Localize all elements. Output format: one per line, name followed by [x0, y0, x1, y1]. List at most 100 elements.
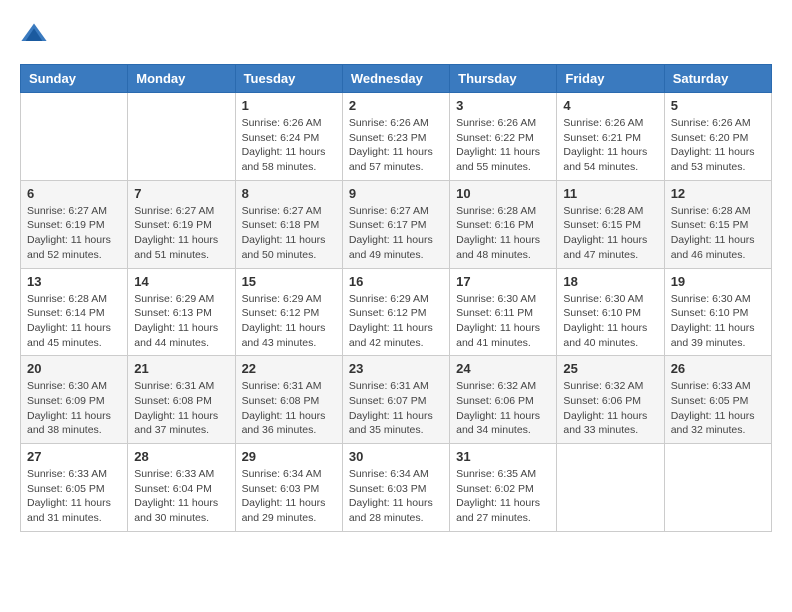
calendar-cell: 2 Sunrise: 6:26 AM Sunset: 6:23 PM Daylig…	[342, 93, 449, 181]
calendar-cell: 29 Sunrise: 6:34 AM Sunset: 6:03 PM Dayli…	[235, 444, 342, 532]
day-info: Sunrise: 6:29 AM Sunset: 6:13 PM Dayligh…	[134, 292, 228, 351]
day-info: Sunrise: 6:26 AM Sunset: 6:24 PM Dayligh…	[242, 116, 336, 175]
day-number: 1	[242, 98, 336, 113]
day-info: Sunrise: 6:30 AM Sunset: 6:10 PM Dayligh…	[563, 292, 657, 351]
calendar-cell: 22Sunrise: 6:31 AM Sunset: 6:08 PM Dayli…	[235, 356, 342, 444]
calendar: SundayMondayTuesdayWednesdayThursdayFrid…	[20, 64, 772, 532]
calendar-cell: 10 Sunrise: 6:28 AM Sunset: 6:16 PM Dayli…	[450, 180, 557, 268]
calendar-cell: 9Sunrise: 6:27 AM Sunset: 6:17 PM Daylig…	[342, 180, 449, 268]
calendar-cell: 21Sunrise: 6:31 AM Sunset: 6:08 PM Dayli…	[128, 356, 235, 444]
calendar-week-row: 27Sunrise: 6:33 AM Sunset: 6:05 PM Dayli…	[21, 444, 772, 532]
day-number: 30	[349, 449, 443, 464]
calendar-cell: 5 Sunrise: 6:26 AM Sunset: 6:20 PM Daylig…	[664, 93, 771, 181]
day-number: 31	[456, 449, 550, 464]
day-info: Sunrise: 6:28 AM Sunset: 6:15 PM Dayligh…	[671, 204, 765, 263]
day-number: 2	[349, 98, 443, 113]
logo-icon	[20, 20, 48, 48]
calendar-cell: 30 Sunrise: 6:34 AM Sunset: 6:03 PM Dayli…	[342, 444, 449, 532]
day-number: 13	[27, 274, 121, 289]
day-number: 24	[456, 361, 550, 376]
day-number: 28	[134, 449, 228, 464]
day-info: Sunrise: 6:34 AM Sunset: 6:03 PM Dayligh…	[349, 467, 443, 526]
weekday-header: Friday	[557, 65, 664, 93]
day-number: 10	[456, 186, 550, 201]
page-header	[20, 20, 772, 48]
calendar-cell: 24 Sunrise: 6:32 AM Sunset: 6:06 PM Dayli…	[450, 356, 557, 444]
calendar-cell: 17 Sunrise: 6:30 AM Sunset: 6:11 PM Dayli…	[450, 268, 557, 356]
calendar-cell: 27Sunrise: 6:33 AM Sunset: 6:05 PM Dayli…	[21, 444, 128, 532]
calendar-cell	[21, 93, 128, 181]
calendar-week-row: 1 Sunrise: 6:26 AM Sunset: 6:24 PM Daylig…	[21, 93, 772, 181]
day-info: Sunrise: 6:30 AM Sunset: 6:10 PM Dayligh…	[671, 292, 765, 351]
day-info: Sunrise: 6:34 AM Sunset: 6:03 PM Dayligh…	[242, 467, 336, 526]
weekday-header: Monday	[128, 65, 235, 93]
calendar-cell: 20 Sunrise: 6:30 AM Sunset: 6:09 PM Dayli…	[21, 356, 128, 444]
logo	[20, 20, 52, 48]
day-info: Sunrise: 6:28 AM Sunset: 6:15 PM Dayligh…	[563, 204, 657, 263]
calendar-cell: 13 Sunrise: 6:28 AM Sunset: 6:14 PM Dayli…	[21, 268, 128, 356]
calendar-cell: 11 Sunrise: 6:28 AM Sunset: 6:15 PM Dayli…	[557, 180, 664, 268]
day-number: 21	[134, 361, 228, 376]
day-number: 3	[456, 98, 550, 113]
calendar-cell: 31Sunrise: 6:35 AM Sunset: 6:02 PM Dayli…	[450, 444, 557, 532]
day-number: 25	[563, 361, 657, 376]
day-info: Sunrise: 6:29 AM Sunset: 6:12 PM Dayligh…	[242, 292, 336, 351]
day-info: Sunrise: 6:33 AM Sunset: 6:05 PM Dayligh…	[671, 379, 765, 438]
day-number: 5	[671, 98, 765, 113]
day-number: 15	[242, 274, 336, 289]
day-info: Sunrise: 6:33 AM Sunset: 6:05 PM Dayligh…	[27, 467, 121, 526]
weekday-header: Saturday	[664, 65, 771, 93]
day-number: 23	[349, 361, 443, 376]
day-info: Sunrise: 6:30 AM Sunset: 6:11 PM Dayligh…	[456, 292, 550, 351]
calendar-cell: 23 Sunrise: 6:31 AM Sunset: 6:07 PM Dayli…	[342, 356, 449, 444]
calendar-week-row: 20 Sunrise: 6:30 AM Sunset: 6:09 PM Dayli…	[21, 356, 772, 444]
calendar-cell: 25 Sunrise: 6:32 AM Sunset: 6:06 PM Dayli…	[557, 356, 664, 444]
calendar-cell	[557, 444, 664, 532]
calendar-cell: 3 Sunrise: 6:26 AM Sunset: 6:22 PM Daylig…	[450, 93, 557, 181]
weekday-header: Tuesday	[235, 65, 342, 93]
day-number: 20	[27, 361, 121, 376]
weekday-header: Sunday	[21, 65, 128, 93]
day-info: Sunrise: 6:29 AM Sunset: 6:12 PM Dayligh…	[349, 292, 443, 351]
calendar-cell: 6 Sunrise: 6:27 AM Sunset: 6:19 PM Daylig…	[21, 180, 128, 268]
day-info: Sunrise: 6:32 AM Sunset: 6:06 PM Dayligh…	[456, 379, 550, 438]
day-info: Sunrise: 6:33 AM Sunset: 6:04 PM Dayligh…	[134, 467, 228, 526]
day-number: 26	[671, 361, 765, 376]
day-number: 12	[671, 186, 765, 201]
calendar-cell: 8 Sunrise: 6:27 AM Sunset: 6:18 PM Daylig…	[235, 180, 342, 268]
weekday-header: Wednesday	[342, 65, 449, 93]
calendar-cell: 16Sunrise: 6:29 AM Sunset: 6:12 PM Dayli…	[342, 268, 449, 356]
day-number: 7	[134, 186, 228, 201]
day-info: Sunrise: 6:26 AM Sunset: 6:21 PM Dayligh…	[563, 116, 657, 175]
calendar-cell: 26 Sunrise: 6:33 AM Sunset: 6:05 PM Dayli…	[664, 356, 771, 444]
day-info: Sunrise: 6:32 AM Sunset: 6:06 PM Dayligh…	[563, 379, 657, 438]
day-info: Sunrise: 6:28 AM Sunset: 6:14 PM Dayligh…	[27, 292, 121, 351]
calendar-cell: 7Sunrise: 6:27 AM Sunset: 6:19 PM Daylig…	[128, 180, 235, 268]
calendar-cell	[664, 444, 771, 532]
day-number: 11	[563, 186, 657, 201]
calendar-cell: 12 Sunrise: 6:28 AM Sunset: 6:15 PM Dayli…	[664, 180, 771, 268]
calendar-cell: 28 Sunrise: 6:33 AM Sunset: 6:04 PM Dayli…	[128, 444, 235, 532]
day-info: Sunrise: 6:28 AM Sunset: 6:16 PM Dayligh…	[456, 204, 550, 263]
day-number: 19	[671, 274, 765, 289]
day-info: Sunrise: 6:26 AM Sunset: 6:20 PM Dayligh…	[671, 116, 765, 175]
day-number: 6	[27, 186, 121, 201]
calendar-cell: 15 Sunrise: 6:29 AM Sunset: 6:12 PM Dayli…	[235, 268, 342, 356]
day-info: Sunrise: 6:30 AM Sunset: 6:09 PM Dayligh…	[27, 379, 121, 438]
calendar-cell: 19 Sunrise: 6:30 AM Sunset: 6:10 PM Dayli…	[664, 268, 771, 356]
day-number: 29	[242, 449, 336, 464]
day-number: 17	[456, 274, 550, 289]
day-number: 14	[134, 274, 228, 289]
day-info: Sunrise: 6:27 AM Sunset: 6:17 PM Dayligh…	[349, 204, 443, 263]
day-info: Sunrise: 6:27 AM Sunset: 6:19 PM Dayligh…	[27, 204, 121, 263]
day-info: Sunrise: 6:26 AM Sunset: 6:22 PM Dayligh…	[456, 116, 550, 175]
day-info: Sunrise: 6:27 AM Sunset: 6:18 PM Dayligh…	[242, 204, 336, 263]
weekday-header: Thursday	[450, 65, 557, 93]
calendar-cell: 14 Sunrise: 6:29 AM Sunset: 6:13 PM Dayli…	[128, 268, 235, 356]
day-info: Sunrise: 6:26 AM Sunset: 6:23 PM Dayligh…	[349, 116, 443, 175]
day-number: 4	[563, 98, 657, 113]
calendar-week-row: 6 Sunrise: 6:27 AM Sunset: 6:19 PM Daylig…	[21, 180, 772, 268]
day-info: Sunrise: 6:31 AM Sunset: 6:07 PM Dayligh…	[349, 379, 443, 438]
calendar-cell: 18Sunrise: 6:30 AM Sunset: 6:10 PM Dayli…	[557, 268, 664, 356]
day-number: 8	[242, 186, 336, 201]
